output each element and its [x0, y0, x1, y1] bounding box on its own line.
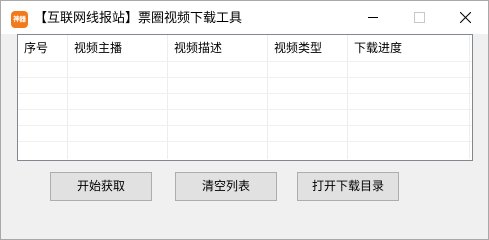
title-bar[interactable]: 神器 【互联网线报站】票圈视频下载工具 — [1, 1, 488, 34]
grid-line — [18, 141, 472, 142]
open-download-dir-button[interactable]: 打开下载目录 — [297, 172, 399, 201]
minimize-icon — [368, 17, 378, 18]
grid-line — [18, 77, 472, 78]
maximize-icon — [414, 12, 425, 23]
grid-line — [18, 125, 472, 126]
maximize-button[interactable] — [396, 1, 442, 34]
column-header-index[interactable]: 序号 — [18, 35, 68, 61]
close-icon — [460, 12, 471, 23]
window-title: 【互联网线报站】票圈视频下载工具 — [34, 11, 243, 26]
app-icon-label: 神器 — [13, 15, 26, 23]
video-list[interactable]: 序号 视频主播 视频描述 视频类型 下载进度 — [17, 34, 473, 161]
grid-line — [18, 93, 472, 94]
column-header-type[interactable]: 视频类型 — [268, 35, 348, 61]
column-header-streamer[interactable]: 视频主播 — [68, 35, 168, 61]
app-icon: 神器 — [11, 11, 28, 28]
column-header-progress[interactable]: 下载进度 — [348, 35, 472, 61]
start-fetch-button[interactable]: 开始获取 — [50, 172, 152, 201]
list-header: 序号 视频主播 视频描述 视频类型 下载进度 — [18, 35, 472, 61]
clear-list-button[interactable]: 清空列表 — [175, 172, 277, 201]
grid-line — [18, 109, 472, 110]
column-header-description[interactable]: 视频描述 — [168, 35, 268, 61]
minimize-button[interactable] — [350, 1, 396, 34]
app-window: 神器 【互联网线报站】票圈视频下载工具 序号 视频主播 视频描述 视频类型 下载 — [0, 0, 489, 240]
close-button[interactable] — [442, 1, 488, 34]
grid-line — [18, 61, 472, 62]
